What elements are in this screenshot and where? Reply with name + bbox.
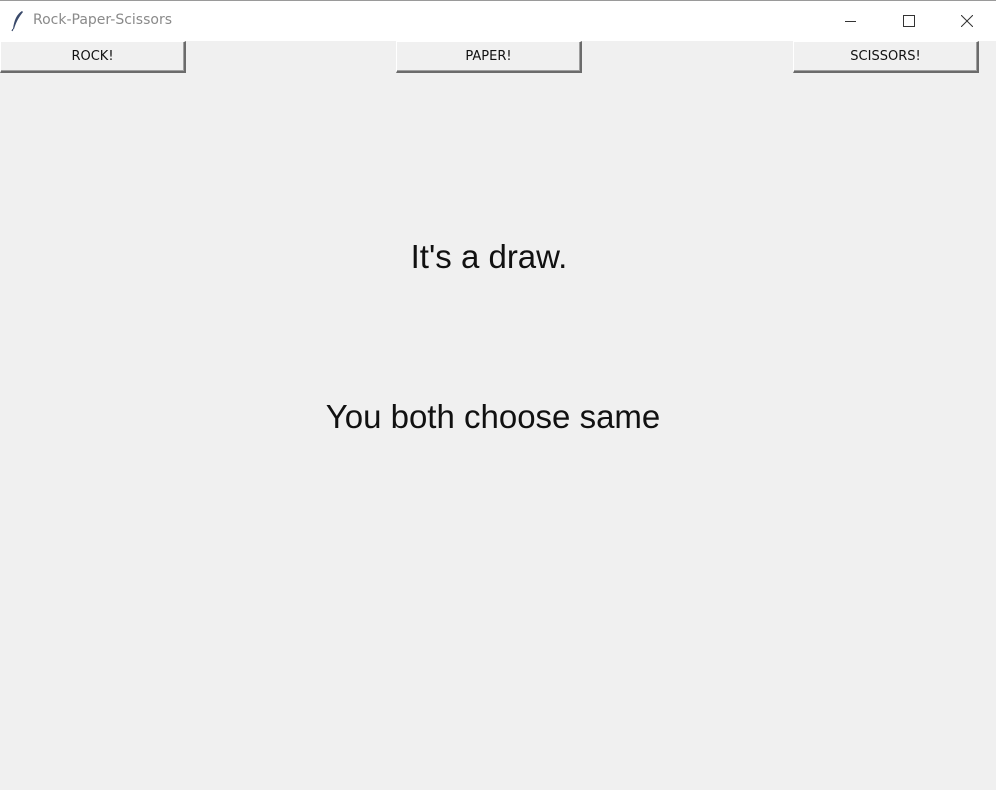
result-headline: It's a draw.: [410, 238, 568, 275]
app-window: Rock-Paper-Scissors ROCK! PAPER! SCISSOR…: [0, 0, 996, 790]
window-title: Rock-Paper-Scissors: [33, 12, 173, 28]
minimize-button[interactable]: [828, 1, 874, 41]
paper-button[interactable]: PAPER!: [396, 41, 582, 73]
close-button[interactable]: [944, 1, 990, 41]
scissors-button[interactable]: SCISSORS!: [793, 41, 979, 73]
maximize-button[interactable]: [886, 1, 932, 41]
minimize-icon: [845, 15, 857, 27]
maximize-icon: [903, 15, 915, 27]
feather-icon: [10, 10, 26, 32]
title-bar[interactable]: Rock-Paper-Scissors: [0, 1, 996, 41]
result-detail: You both choose same: [325, 398, 661, 435]
close-icon: [961, 15, 973, 27]
rock-button[interactable]: ROCK!: [0, 41, 186, 73]
